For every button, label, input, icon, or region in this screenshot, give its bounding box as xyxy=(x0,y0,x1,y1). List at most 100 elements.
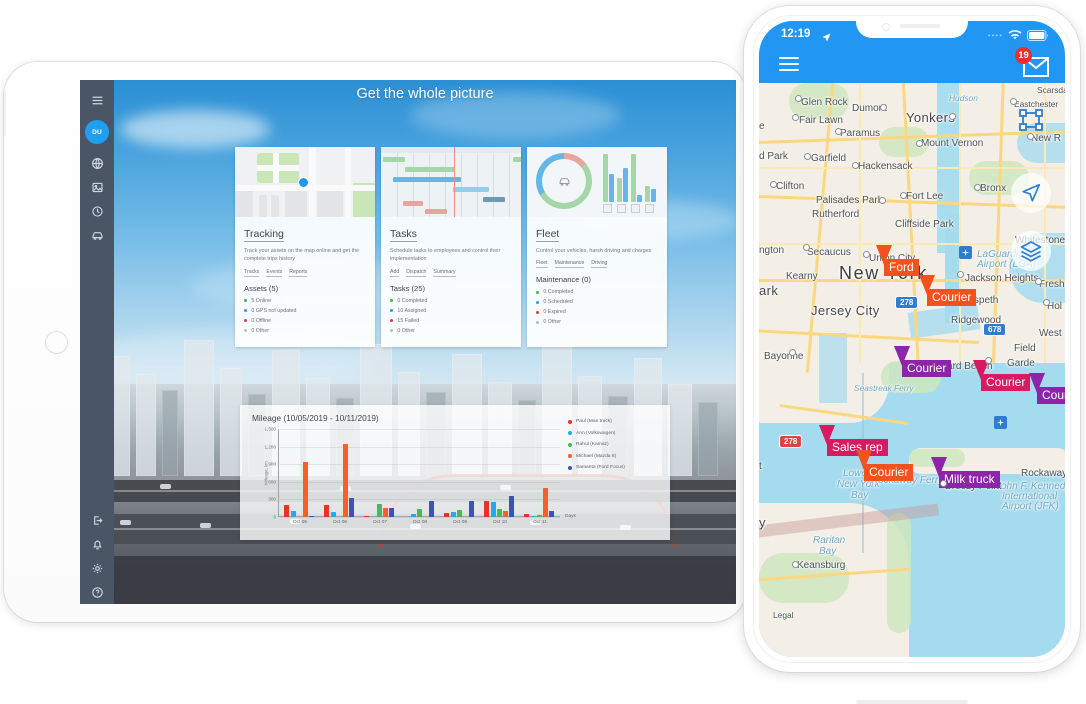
legend-item[interactable]: Rahul (Kamaz) xyxy=(568,442,664,447)
legend-label: Paul (Man truck) xyxy=(576,419,612,424)
stat-row: 0 GPS not updated xyxy=(244,308,366,314)
mail-button[interactable]: 19 xyxy=(1015,47,1049,77)
select-area-button[interactable] xyxy=(1011,101,1051,141)
map-label: e xyxy=(759,121,765,132)
card-link[interactable]: Tracks xyxy=(244,269,260,277)
map-label: Jersey City xyxy=(811,303,880,318)
marker-label: Courier xyxy=(1037,387,1065,404)
y-tick-label: 300 xyxy=(268,496,276,502)
stat-row: 0 Other xyxy=(390,328,512,334)
status-dot xyxy=(244,309,248,313)
chart-bar xyxy=(376,503,382,517)
card-tracking[interactable]: Tracking Track your assets on the map on… xyxy=(235,147,375,347)
card-tasks[interactable]: Tasks Schedule tasks to employees and co… xyxy=(381,147,521,347)
gridline xyxy=(280,429,560,430)
chart-bar xyxy=(469,501,475,517)
stat-label: 0 GPS not updated xyxy=(251,307,297,314)
card-link[interactable]: Fleet xyxy=(536,260,548,269)
help-icon[interactable] xyxy=(87,582,107,602)
card-link[interactable]: Dispatch xyxy=(406,269,427,277)
chart-bar xyxy=(524,513,530,517)
stat-label: 0 Offline xyxy=(251,317,272,324)
jfk-airport-icon xyxy=(994,416,1007,429)
card-link[interactable]: Maintenance xyxy=(554,260,585,269)
chart-bar xyxy=(484,501,490,517)
x-tick-label: Oct 10 xyxy=(492,520,508,525)
card-link[interactable]: Add xyxy=(390,269,400,277)
chart-bar xyxy=(349,498,355,517)
map-label: Bayonne xyxy=(764,351,804,362)
front-camera xyxy=(882,23,890,31)
tablet-side-button[interactable] xyxy=(4,90,6,136)
y-axis xyxy=(278,429,279,517)
card-subtitle: Tasks (25) xyxy=(390,283,426,293)
status-dot xyxy=(244,319,248,323)
card-link[interactable]: Summary xyxy=(433,269,456,277)
stat-label: 0 Other xyxy=(397,327,416,334)
chart-bar xyxy=(509,495,515,517)
chart-bar xyxy=(389,508,395,517)
stat-row: 15 Failed xyxy=(390,318,512,324)
stat-label: 15 Failed xyxy=(397,317,420,324)
legend-item[interactable]: Samanta (Ford Focus) xyxy=(568,465,664,470)
stat-label: 0 Expired xyxy=(543,309,566,316)
map-label: Glen Rock xyxy=(801,97,848,108)
mail-badge: 19 xyxy=(1015,47,1032,64)
map-label: Kearny xyxy=(786,271,818,282)
card-title: Tracking xyxy=(244,228,284,242)
legend-swatch xyxy=(568,454,572,458)
hamburger-icon[interactable] xyxy=(87,90,107,110)
legend-item[interactable]: Ann (Volkswagen) xyxy=(568,431,664,436)
card-link[interactable]: Reports xyxy=(289,269,308,277)
map-layers-button[interactable] xyxy=(1011,231,1051,271)
card-link[interactable]: Events xyxy=(266,269,283,277)
my-location-button[interactable] xyxy=(1011,173,1051,213)
legend-swatch xyxy=(568,465,572,470)
bell-icon[interactable] xyxy=(87,534,107,554)
chart-bar xyxy=(290,510,296,517)
avatar[interactable]: DU xyxy=(85,120,109,144)
wifi-icon xyxy=(1008,30,1022,40)
card-links: Add Dispatch Summary xyxy=(390,269,512,277)
map-label: t xyxy=(759,461,762,472)
gear-icon[interactable] xyxy=(87,558,107,578)
card-fleet[interactable]: Fleet Control your vehicles, harsh drivi… xyxy=(527,147,667,347)
hamburger-icon[interactable] xyxy=(779,57,799,75)
map-label: Fresh xyxy=(1039,279,1065,290)
tablet-home-button[interactable] xyxy=(45,331,68,354)
legend-swatch xyxy=(568,419,572,424)
map-label: Airport (JFK) xyxy=(1002,501,1059,512)
legend-item[interactable]: Paul (Man truck) xyxy=(568,419,664,424)
chart-bar xyxy=(536,514,542,517)
logout-icon[interactable] xyxy=(87,510,107,530)
map-label: Cliffside Park xyxy=(895,219,954,230)
card-link[interactable]: Driving xyxy=(591,260,608,269)
x-tick-label: Oct 07 xyxy=(372,520,388,525)
map-view[interactable]: Glen Rock Dumont Yonkers Fair Lawn Paramus Mo… xyxy=(759,83,1065,657)
battery-icon xyxy=(1027,30,1048,41)
stat-label: 0 Scheduled xyxy=(543,299,573,306)
chart-bar xyxy=(383,507,389,517)
tracking-map-thumbnail xyxy=(235,147,375,217)
stat-row: 0 Other xyxy=(244,328,366,334)
highway-shield: 278 xyxy=(779,435,803,448)
stat-label: 0 Completed xyxy=(397,297,428,304)
y-tick-label: 1,500 xyxy=(264,426,277,432)
car-icon[interactable] xyxy=(87,225,107,245)
legend-label: Rahul (Kamaz) xyxy=(576,442,609,447)
chart-title: Mileage (10/05/2019 - 10/11/2019) xyxy=(252,413,379,423)
globe-icon[interactable] xyxy=(87,153,107,173)
image-icon[interactable] xyxy=(87,177,107,197)
y-tick-label: 0 xyxy=(273,514,276,520)
status-dot xyxy=(390,329,394,333)
clock-icon[interactable] xyxy=(87,201,107,221)
legend-item[interactable]: Michael (Mazda 6) xyxy=(568,454,664,459)
home-indicator[interactable] xyxy=(856,700,968,704)
stat-row: 0 Completed xyxy=(536,289,658,295)
chart-bar xyxy=(444,512,450,517)
map-label: Seastreak Ferry xyxy=(854,383,914,393)
card-description: Track your assets on the map online and … xyxy=(244,248,360,263)
map-label: Fort Lee xyxy=(906,191,944,202)
app-bar: 19 xyxy=(759,47,1065,83)
stat-row: 0 Offline xyxy=(244,318,366,324)
